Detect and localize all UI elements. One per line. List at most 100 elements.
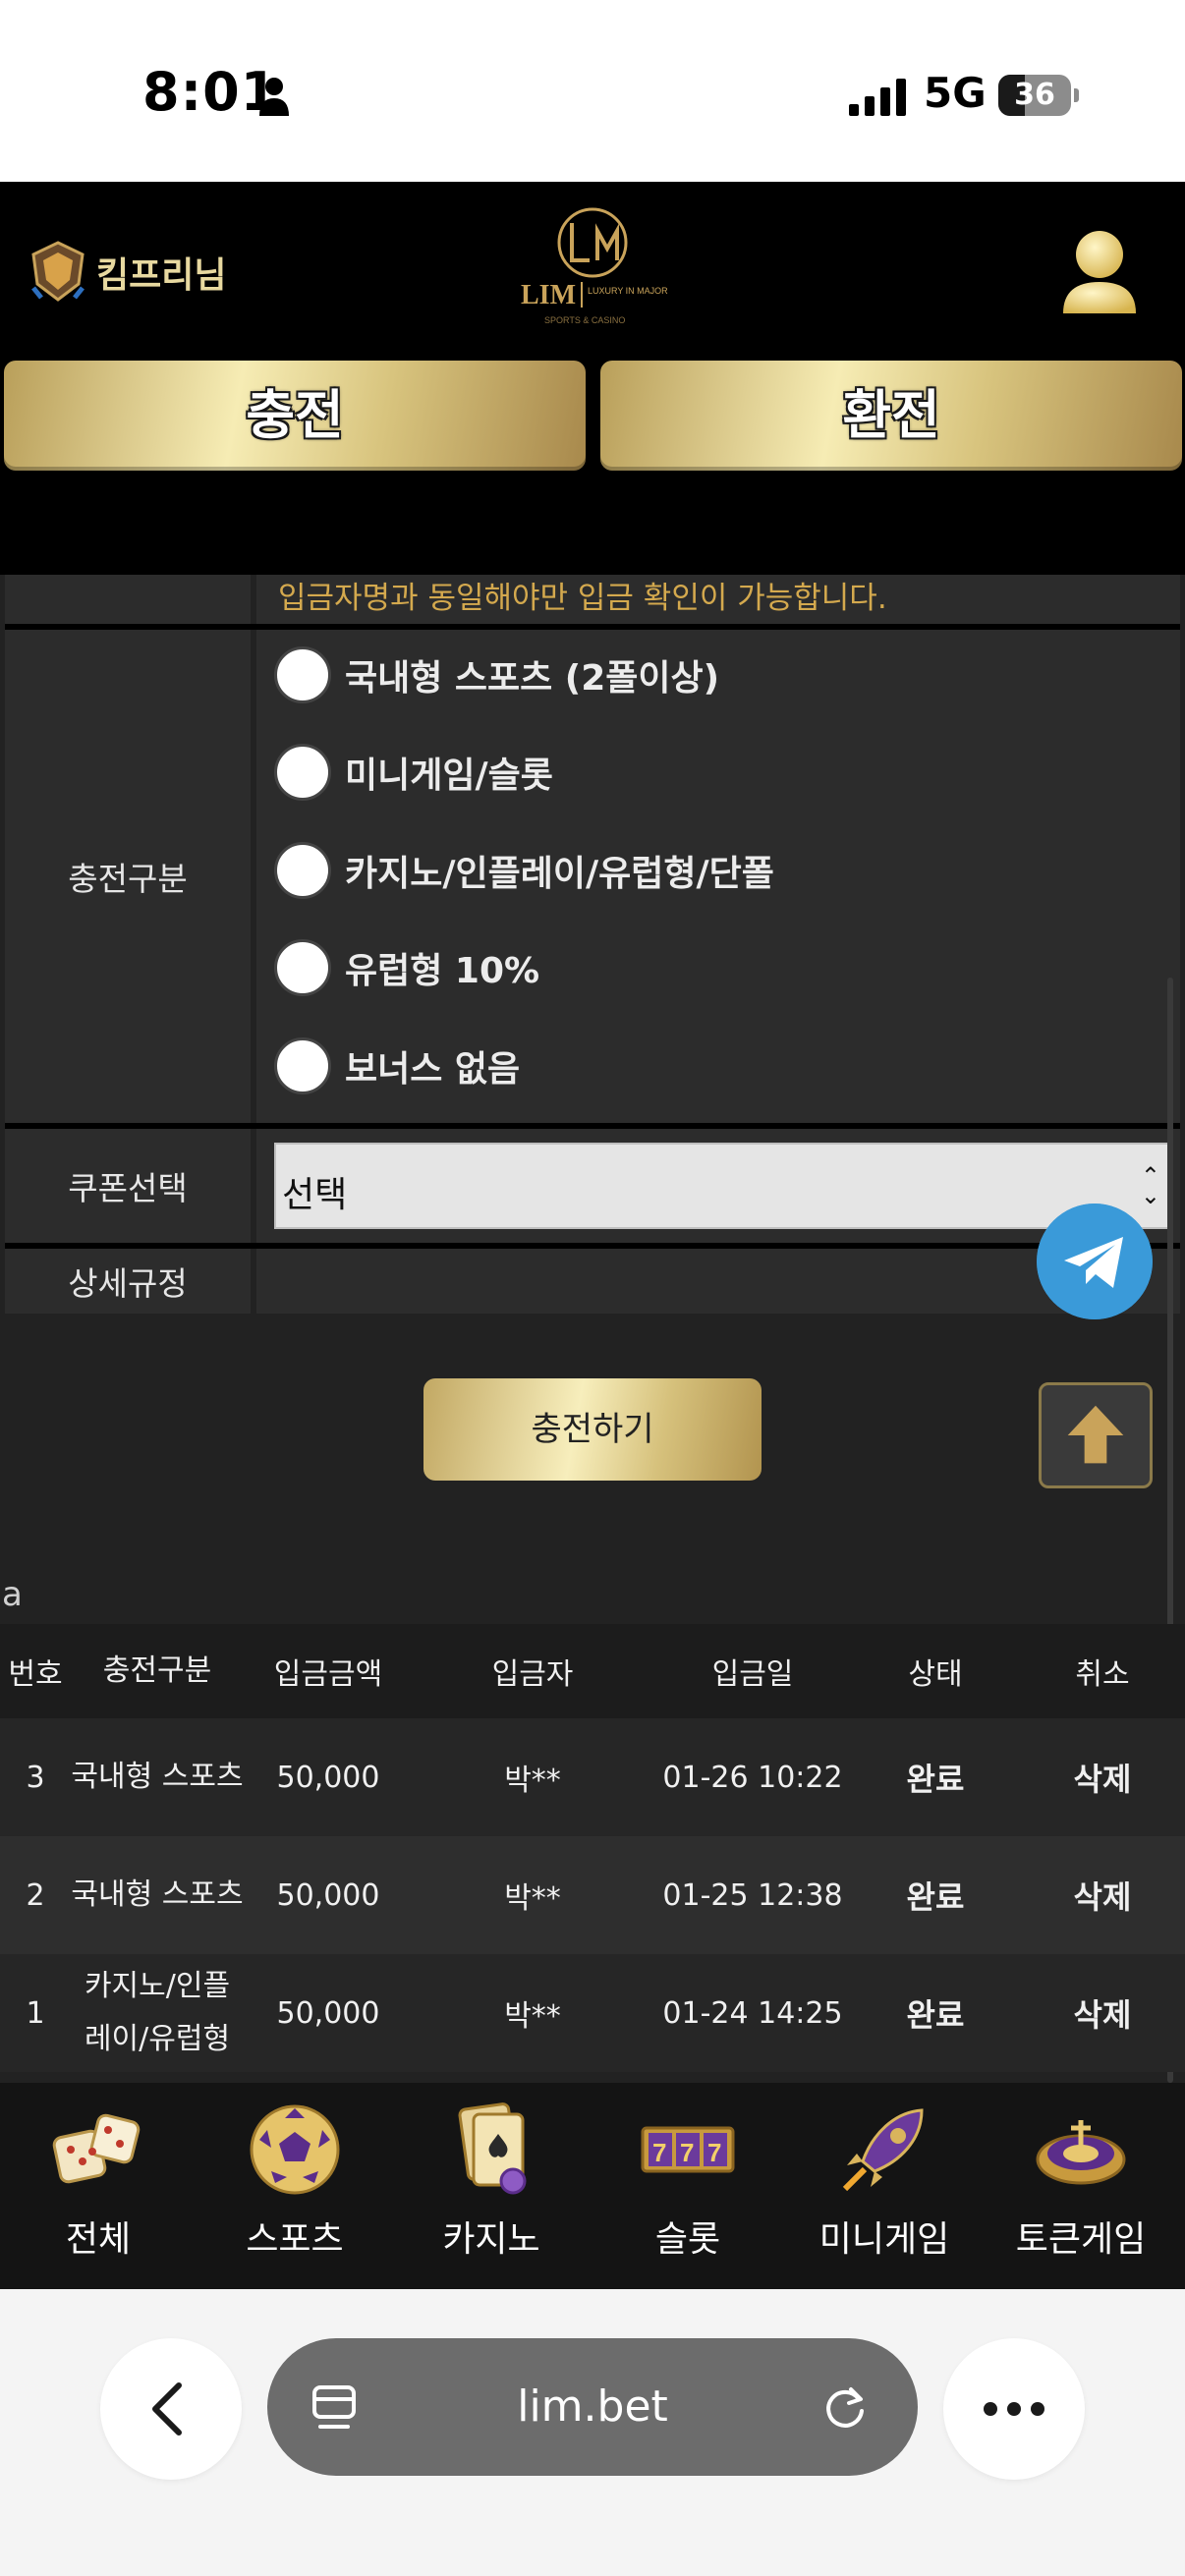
charge-tab-button[interactable]: 충전	[4, 361, 586, 471]
username: 킴프리님	[96, 255, 227, 296]
logo-tagline: SPORTS & CASINO	[544, 315, 625, 325]
site-header: 킴프리님 LIM LUXURY IN MAJOR SPORTS & CASINO…	[0, 182, 1185, 575]
roulette-icon	[1036, 2120, 1126, 2185]
bottom-game-nav: 전체 스포츠 카지노 7 7 7 슬롯 미니게임 토큰게임	[0, 2083, 1185, 2289]
row-type: 국내형 스포츠	[71, 1877, 244, 1912]
option-no-bonus[interactable]: 보너스 없음	[274, 1036, 520, 1095]
arrow-up-icon	[1067, 1405, 1124, 1464]
nav-item-minigame[interactable]: 미니게임	[786, 2100, 983, 2277]
nav-item-slot[interactable]: 7 7 7 슬롯	[590, 2100, 786, 2277]
option-label: 미니게임/슬롯	[345, 756, 553, 796]
nav-item-sports[interactable]: 스포츠	[197, 2100, 393, 2277]
slot-777-icon: 7 7 7	[641, 2126, 735, 2173]
table-row: 1 카지노/인플레이/유럽형 50,000 박** 01-24 14:25 완료…	[0, 1954, 1185, 2072]
column-header: 입금금액	[273, 1657, 383, 1692]
battery-icon: 36	[998, 75, 1079, 116]
deposit-name-notice: 입금자명과 동일해야만 입금 확인이 가능합니다.	[278, 581, 887, 616]
rocket-icon	[842, 2108, 924, 2192]
scroll-to-top-button[interactable]	[1039, 1382, 1153, 1488]
svg-text:7: 7	[652, 2138, 666, 2167]
column-header: 충전구분	[102, 1653, 212, 1688]
notice-row: 입금자명과 동일해야만 입금 확인이 가능합니다.	[5, 575, 1180, 624]
coupon-label: 쿠폰선택	[5, 1129, 251, 1243]
browser-toolbar: lim.bet	[0, 2289, 1185, 2576]
svg-text:7: 7	[680, 2138, 694, 2167]
battery-level: 36	[1014, 78, 1055, 112]
charge-category-row: 충전구분 국내형 스포츠 (2폴이상) 미니게임/슬롯 카지노/인플레이/유럽형…	[5, 630, 1180, 1123]
radio-button[interactable]	[274, 1037, 331, 1094]
option-label: 유럽형 10%	[345, 951, 540, 991]
option-label: 카지노/인플레이/유럽형/단폴	[345, 854, 774, 894]
exchange-tab-button[interactable]: 환전	[600, 361, 1182, 471]
option-domestic-sports[interactable]: 국내형 스포츠 (2폴이상)	[274, 645, 719, 704]
row-depositor: 박**	[504, 1999, 561, 2034]
nav-label: 슬롯	[654, 2219, 721, 2260]
exchange-tab-label: 환전	[842, 384, 940, 446]
option-european-10[interactable]: 유럽형 10%	[274, 938, 539, 997]
option-minigame-slot[interactable]: 미니게임/슬롯	[274, 743, 553, 802]
charge-submit-label: 충전하기	[531, 1410, 654, 1449]
network-type: 5G	[924, 69, 987, 117]
reload-icon[interactable]	[819, 2381, 871, 2433]
column-header: 상태	[908, 1657, 963, 1692]
charge-form-panel: 입금자명과 동일해야만 입금 확인이 가능합니다. 충전구분 국내형 스포츠 (…	[0, 575, 1185, 2083]
soccer-ball-icon	[250, 2104, 340, 2195]
nav-label: 미니게임	[818, 2219, 950, 2260]
ellipsis-icon	[984, 2402, 1044, 2416]
more-options-button[interactable]	[943, 2338, 1085, 2480]
nav-item-all[interactable]: 전체	[0, 2100, 197, 2277]
playing-card-icon	[458, 2102, 527, 2195]
row-status: 완료	[906, 1761, 965, 1798]
rules-label: 상세규정	[5, 1249, 251, 1314]
table-header: 번호 충전구분 입금금액 입금자 입금일 상태 취소	[0, 1624, 1185, 1718]
row-type: 카지노/인플레이/유럽형	[84, 1969, 231, 2056]
row-amount: 50,000	[276, 1760, 380, 1795]
radio-button[interactable]	[274, 842, 331, 899]
cellular-signal-icon	[849, 79, 906, 116]
option-casino-inplay[interactable]: 카지노/인플레이/유럽형/단폴	[274, 841, 774, 900]
svg-text:7: 7	[707, 2138, 721, 2167]
rank-badge-icon	[31, 241, 85, 302]
row-status: 완료	[906, 1878, 965, 1916]
row-date: 01-25 12:38	[662, 1877, 843, 1913]
coupon-select-value: 선택	[282, 1175, 348, 1215]
row-type: 국내형 스포츠	[71, 1760, 244, 1794]
table-row: 3 국내형 스포츠 50,000 박** 01-26 10:22 완료 삭제	[0, 1718, 1185, 1836]
logo-text: LIM	[521, 280, 576, 310]
chevron-left-icon	[152, 2382, 182, 2436]
delete-button[interactable]: 삭제	[998, 1718, 1185, 1836]
section-marker: a	[2, 1575, 23, 1614]
charge-submit-button[interactable]: 충전하기	[423, 1378, 762, 1481]
nav-label: 카지노	[442, 2219, 540, 2260]
nav-label: 전체	[65, 2219, 132, 2260]
delete-button[interactable]: 삭제	[998, 1836, 1185, 1954]
back-button[interactable]	[100, 2338, 242, 2480]
coupon-select[interactable]: 선택 ⌃ ⌄	[274, 1143, 1170, 1229]
row-date: 01-26 10:22	[662, 1760, 843, 1795]
column-header: 입금일	[711, 1657, 794, 1692]
table-row: 2 국내형 스포츠 50,000 박** 01-25 12:38 완료 삭제	[0, 1836, 1185, 1954]
coupon-row: 쿠폰선택 선택 ⌃ ⌄	[5, 1129, 1180, 1243]
nav-item-token-game[interactable]: 토큰게임	[983, 2100, 1179, 2277]
option-label: 국내형 스포츠 (2폴이상)	[345, 658, 720, 699]
rules-row: 상세규정	[5, 1249, 1180, 1314]
radio-button[interactable]	[274, 939, 331, 996]
row-depositor: 박**	[504, 1764, 561, 1798]
row-amount: 50,000	[276, 1877, 380, 1913]
nav-label: 스포츠	[246, 2219, 344, 2260]
site-logo[interactable]: LIM LUXURY IN MAJOR SPORTS & CASINO	[511, 201, 674, 329]
charge-tab-label: 충전	[246, 384, 344, 446]
nav-label: 토큰게임	[1015, 2219, 1147, 2260]
radio-button[interactable]	[274, 646, 331, 703]
row-status: 완료	[906, 1996, 965, 2034]
profile-icon[interactable]	[1059, 229, 1140, 319]
delete-button[interactable]: 삭제	[998, 1954, 1185, 2072]
telegram-icon[interactable]	[1037, 1204, 1153, 1319]
column-header: 입금자	[491, 1657, 574, 1692]
address-bar[interactable]: lim.bet	[267, 2338, 918, 2476]
logo-subtitle: LUXURY IN MAJOR	[588, 286, 668, 296]
nav-item-casino[interactable]: 카지노	[393, 2100, 590, 2277]
row-amount: 50,000	[276, 1995, 380, 2031]
charge-category-label: 충전구분	[5, 630, 251, 1123]
radio-button[interactable]	[274, 744, 331, 801]
